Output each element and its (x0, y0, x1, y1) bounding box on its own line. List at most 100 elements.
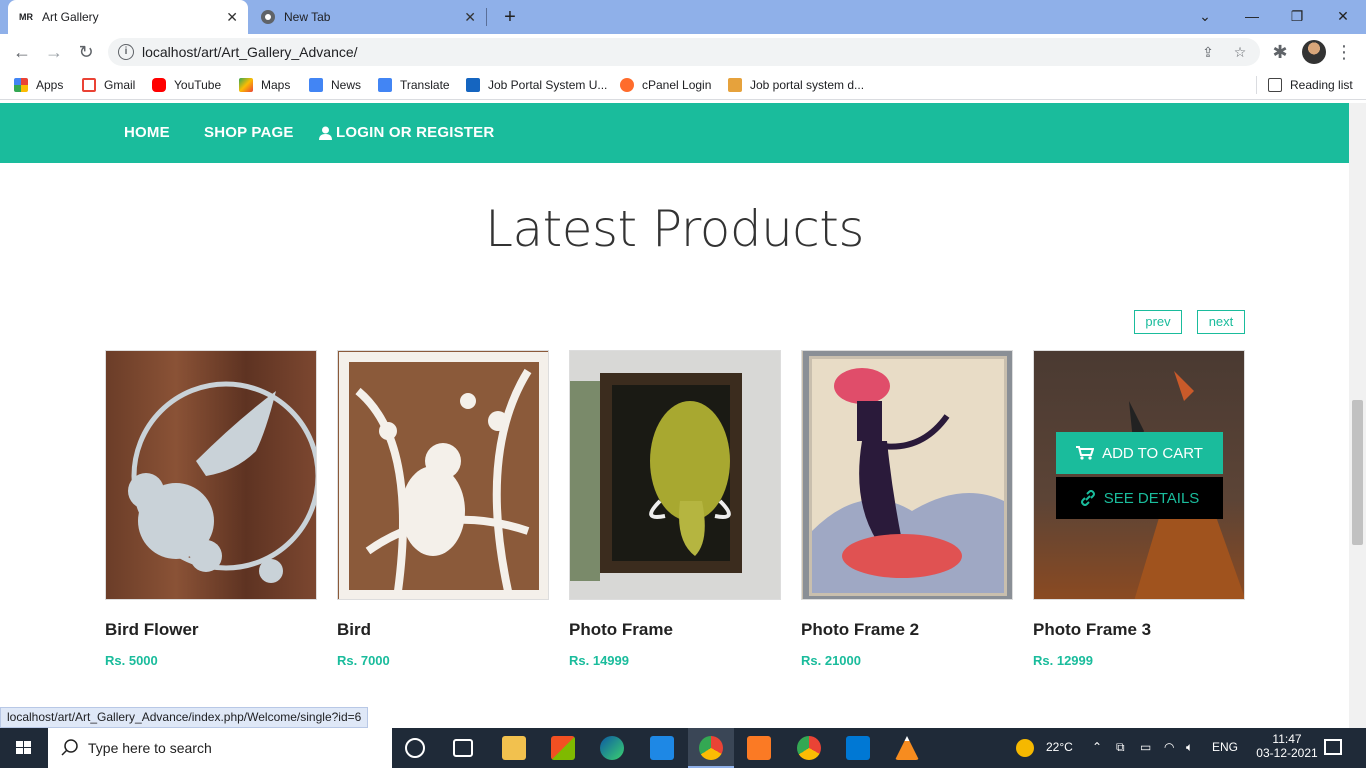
prev-button[interactable]: prev (1134, 310, 1182, 334)
product-name[interactable]: Photo Frame (569, 620, 673, 640)
product-image[interactable] (337, 350, 549, 600)
vscode-icon[interactable] (846, 736, 870, 760)
clock[interactable]: 11:47 03-12-2021 (1256, 732, 1318, 760)
menu-icon[interactable]: ⋮ (1332, 40, 1356, 64)
language-indicator[interactable]: ENG (1212, 740, 1238, 754)
close-icon[interactable]: ✕ (464, 9, 476, 26)
tab-divider (486, 8, 487, 26)
bookmark-gmail[interactable]: Gmail (82, 76, 135, 94)
elephant-painting-artwork-icon (570, 373, 742, 581)
tab-search-icon[interactable]: ⌄ (1190, 4, 1220, 28)
minimize-button[interactable]: — (1237, 4, 1267, 28)
bookmark-favicon-icon (728, 78, 742, 92)
weather-temp[interactable]: 22°C (1046, 740, 1073, 754)
chrome-icon[interactable] (699, 736, 723, 760)
nav-home[interactable]: HOME (124, 124, 170, 141)
mr-logo-icon: MR (19, 12, 33, 22)
product-image[interactable] (569, 350, 781, 600)
wifi-icon[interactable]: ◠ (1164, 740, 1174, 754)
task-view-icon[interactable] (453, 739, 473, 757)
product-name[interactable]: Photo Frame 3 (1033, 620, 1151, 640)
product-image[interactable]: ADD TO CART SEE DETAILS (1033, 350, 1245, 600)
star-icon[interactable]: ☆ (1230, 42, 1250, 62)
notifications-icon[interactable] (1324, 739, 1342, 755)
product-name[interactable]: Bird Flower (105, 620, 199, 640)
reading-list-button[interactable]: Reading list (1268, 76, 1353, 94)
product-card[interactable]: ADD TO CART SEE DETAILS Photo Frame 3 Rs… (1033, 350, 1245, 668)
forward-arrow-icon[interactable]: → (42, 40, 66, 64)
product-name[interactable]: Bird (337, 620, 371, 640)
bird-flower-artwork-icon (128, 381, 316, 583)
page-scrollbar[interactable] (1349, 103, 1366, 728)
product-image[interactable] (105, 350, 317, 600)
battery-icon[interactable]: ▭ (1140, 740, 1151, 754)
volume-icon[interactable]: 🔈︎ (1186, 740, 1193, 755)
tray-chevron-icon[interactable]: ⌃ (1092, 740, 1102, 754)
weather-sun-icon[interactable] (1016, 739, 1034, 757)
bookmark-maps[interactable]: Maps (239, 76, 290, 94)
reading-list-icon (1268, 78, 1282, 92)
search-icon (61, 739, 78, 756)
close-window-button[interactable]: ✕ (1328, 4, 1358, 28)
bookmark-divider (1256, 76, 1257, 94)
reload-icon[interactable]: ↻ (74, 40, 98, 64)
back-arrow-icon[interactable]: ← (10, 40, 34, 64)
product-card[interactable]: Bird Rs. 7000 (337, 350, 549, 668)
xampp-icon[interactable] (747, 736, 771, 760)
search-placeholder: Type here to search (88, 740, 212, 756)
mail-icon[interactable] (650, 736, 674, 760)
product-price: Rs. 5000 (105, 653, 158, 668)
bookmark-news[interactable]: News (309, 76, 361, 94)
edge-icon[interactable] (600, 736, 624, 760)
product-image[interactable] (801, 350, 1013, 600)
clock-time: 11:47 (1272, 732, 1302, 746)
windows-taskbar: Type here to search 22°C ⌃ ⧉ ▭ ◠ 🔈︎ ENG … (0, 728, 1366, 768)
tab-art-gallery[interactable]: MR Art Gallery ✕ (8, 0, 248, 34)
vlc-icon[interactable] (895, 736, 919, 760)
taskbar-search[interactable]: Type here to search (48, 728, 392, 768)
network-icon[interactable]: ⧉ (1116, 740, 1125, 755)
section-title: Latest Products (485, 200, 864, 258)
tab-title: New Tab (284, 10, 331, 24)
new-tab-button[interactable]: + (500, 6, 520, 28)
bookmark-youtube[interactable]: YouTube (152, 76, 221, 94)
status-url: localhost/art/Art_Gallery_Advance/index.… (0, 707, 369, 728)
info-icon[interactable]: i (118, 44, 134, 60)
cortana-icon[interactable] (405, 738, 425, 758)
windows-start-button[interactable] (0, 728, 48, 768)
tab-new-tab[interactable]: New Tab ✕ (250, 0, 486, 34)
woman-painting-artwork-icon (803, 351, 1012, 599)
next-button[interactable]: next (1197, 310, 1245, 334)
share-icon[interactable]: ⇪ (1198, 42, 1218, 62)
avatar[interactable] (1302, 40, 1326, 64)
bookmark-apps[interactable]: Apps (14, 76, 63, 94)
user-icon (319, 126, 332, 140)
bookmark-translate[interactable]: Translate (378, 76, 450, 94)
add-to-cart-button[interactable]: ADD TO CART (1056, 432, 1223, 474)
url-text[interactable]: localhost/art/Art_Gallery_Advance/ (142, 44, 358, 60)
bookmark-cpanel[interactable]: cPanel Login (620, 76, 711, 94)
file-explorer-icon[interactable] (502, 736, 526, 760)
close-icon[interactable]: ✕ (226, 9, 238, 26)
scrollbar-thumb[interactable] (1352, 400, 1363, 545)
windows-logo-icon (16, 741, 31, 754)
microsoft-store-icon[interactable] (551, 736, 575, 760)
bookmark-job-portal[interactable]: Job Portal System U... (466, 76, 607, 94)
browser-toolbar: ← → ↻ i localhost/art/Art_Gallery_Advanc… (0, 34, 1366, 70)
product-price: Rs. 21000 (801, 653, 861, 668)
shopping-cart-icon (1076, 446, 1095, 460)
product-card[interactable]: Photo Frame Rs. 14999 (569, 350, 781, 668)
nav-shop-page[interactable]: SHOP PAGE (204, 124, 294, 141)
gmail-icon (82, 78, 96, 92)
restore-button[interactable]: ❐ (1282, 4, 1312, 28)
product-card[interactable]: Bird Flower Rs. 5000 (105, 350, 317, 668)
extensions-icon[interactable]: ✱ (1268, 40, 1292, 64)
chrome-profile-icon[interactable] (797, 736, 821, 760)
address-bar[interactable]: i localhost/art/Art_Gallery_Advance/ ⇪ ☆ (108, 38, 1260, 66)
maps-icon (239, 78, 253, 92)
bookmark-job-portal-d[interactable]: Job portal system d... (728, 76, 864, 94)
product-name[interactable]: Photo Frame 2 (801, 620, 919, 640)
nav-login-register[interactable]: LOGIN OR REGISTER (319, 124, 494, 141)
product-card[interactable]: Photo Frame 2 Rs. 21000 (801, 350, 1013, 668)
see-details-button[interactable]: SEE DETAILS (1056, 477, 1223, 519)
